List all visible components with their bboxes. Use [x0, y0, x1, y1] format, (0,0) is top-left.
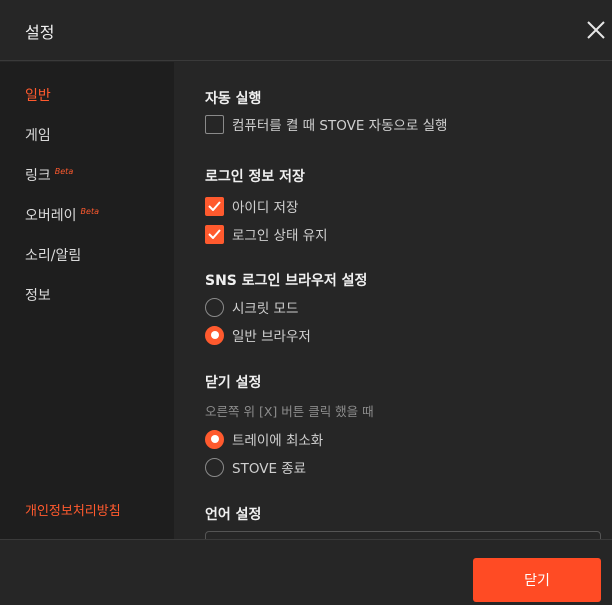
section-title-autorun: 자동 실행: [205, 91, 262, 107]
settings-sidebar: 일반 게임 링크 Beta 오버레이 Beta 소리/알림 정보 개인정보처리방침: [0, 62, 174, 539]
dialog-footer: 닫기: [0, 539, 612, 605]
sidebar-item-label: 게임: [25, 128, 51, 144]
sidebar-item-game[interactable]: 게임: [25, 125, 51, 145]
sidebar-item-label: 오버레이: [25, 208, 77, 224]
sidebar-item-label: 소리/알림: [25, 248, 82, 264]
privacy-policy-link[interactable]: 개인정보처리방침: [25, 500, 121, 519]
checkmark-icon: [208, 201, 221, 211]
sidebar-item-sound-notification[interactable]: 소리/알림: [25, 245, 81, 265]
minimize-tray-radio[interactable]: [205, 429, 224, 449]
keep-login-option[interactable]: 로그인 상태 유지: [205, 224, 328, 244]
dialog-header: 설정: [0, 0, 612, 61]
save-id-label: 아이디 저장: [232, 200, 299, 216]
section-title-sns-browser: SNS 로그인 브라우저 설정: [205, 273, 368, 289]
section-title-language: 언어 설정: [205, 507, 262, 523]
save-id-option[interactable]: 아이디 저장: [205, 196, 298, 216]
quit-stove-radio[interactable]: [205, 457, 224, 477]
beta-badge: Beta: [80, 207, 99, 216]
normal-browser-option[interactable]: 일반 브라우저: [205, 325, 311, 345]
settings-content: 자동 실행 컴퓨터를 켤 때 STOVE 자동으로 실행 로그인 정보 저장 아…: [174, 62, 612, 539]
close-icon[interactable]: [584, 18, 608, 42]
sidebar-item-label: 정보: [25, 288, 51, 304]
save-id-checkbox[interactable]: [205, 196, 224, 216]
sidebar-item-link[interactable]: 링크 Beta: [25, 165, 73, 185]
quit-stove-option[interactable]: STOVE 종료: [205, 457, 306, 477]
secret-mode-radio[interactable]: [205, 297, 224, 317]
language-select[interactable]: [205, 531, 601, 539]
sidebar-item-info[interactable]: 정보: [25, 285, 51, 305]
secret-mode-label: 시크릿 모드: [232, 301, 299, 317]
secret-mode-option[interactable]: 시크릿 모드: [205, 297, 298, 317]
minimize-tray-option[interactable]: 트레이에 최소화: [205, 429, 323, 449]
sidebar-item-label: 일반: [25, 88, 51, 104]
section-title-login-save: 로그인 정보 저장: [205, 169, 305, 185]
minimize-tray-label: 트레이에 최소화: [232, 433, 324, 449]
quit-stove-label: STOVE 종료: [232, 461, 307, 477]
sidebar-item-label: 링크: [25, 168, 51, 184]
autorun-checkbox[interactable]: [205, 114, 224, 134]
close-setting-description: 오른쪽 위 [X] 버튼 클릭 했을 때: [205, 404, 374, 419]
normal-browser-label: 일반 브라우저: [232, 329, 311, 345]
autorun-option[interactable]: 컴퓨터를 켤 때 STOVE 자동으로 실행: [205, 114, 447, 134]
sidebar-item-overlay[interactable]: 오버레이 Beta: [25, 205, 99, 225]
keep-login-checkbox[interactable]: [205, 224, 224, 244]
keep-login-label: 로그인 상태 유지: [232, 228, 328, 244]
beta-badge: Beta: [54, 167, 74, 176]
section-title-close-setting: 닫기 설정: [205, 375, 262, 391]
checkmark-icon: [208, 229, 221, 239]
sidebar-item-general[interactable]: 일반: [25, 85, 51, 105]
normal-browser-radio[interactable]: [205, 325, 224, 345]
close-button[interactable]: 닫기: [473, 558, 601, 602]
dialog-title: 설정: [25, 23, 55, 42]
autorun-label: 컴퓨터를 켤 때 STOVE 자동으로 실행: [232, 118, 448, 134]
